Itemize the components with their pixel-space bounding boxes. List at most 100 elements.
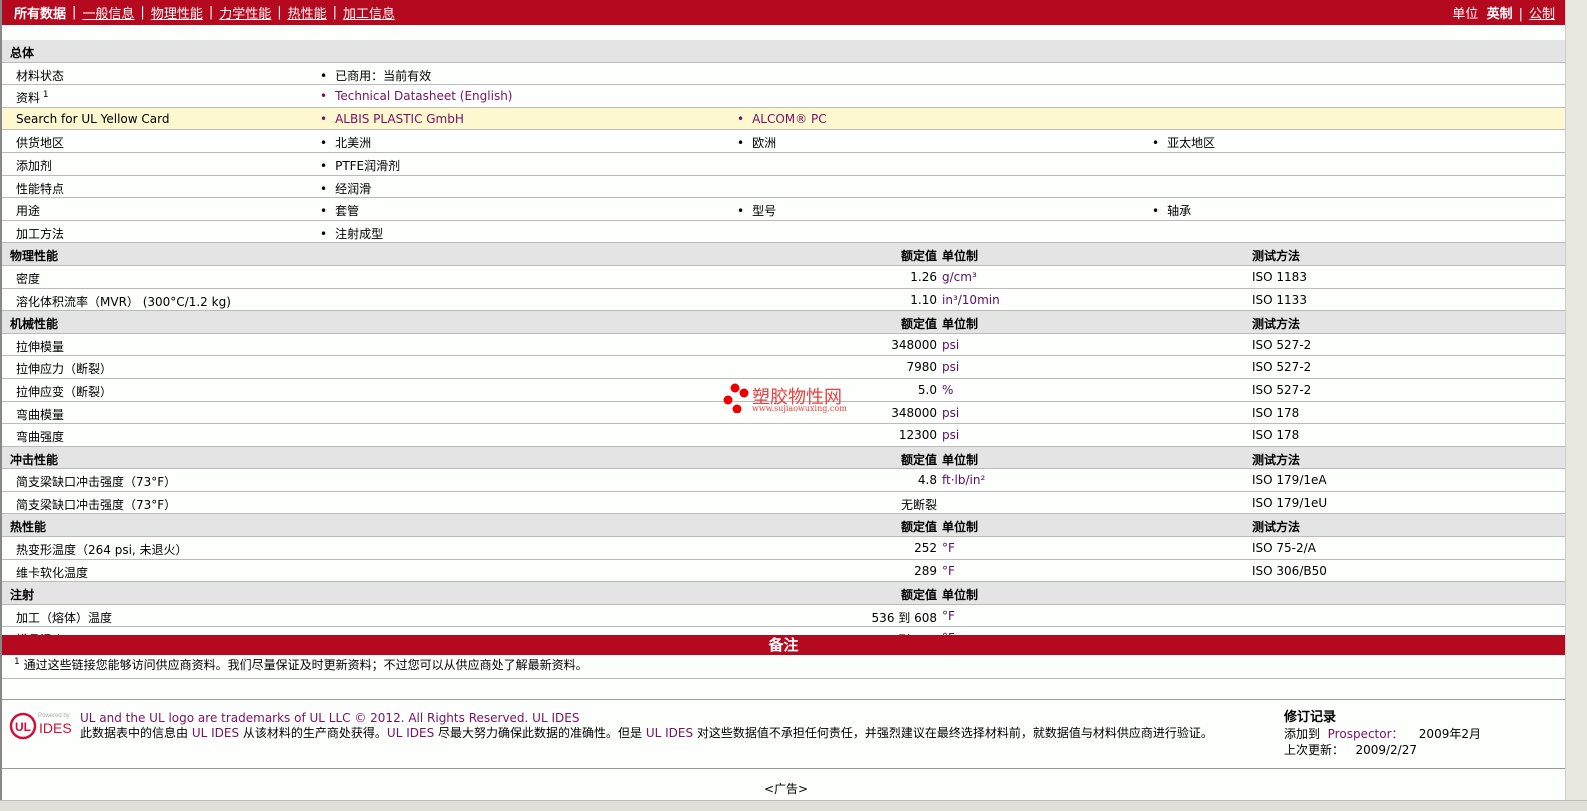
table-row: 简支梁缺口冲击强度（73°F） 4.8 ft·lb/in² ISO 179/1eA <box>2 469 1565 492</box>
property-label: 热变形温度（264 psi, 未退火） <box>16 543 188 558</box>
property-unit: ft·lb/in² <box>942 473 986 488</box>
property-value: 1.26 <box>910 269 937 284</box>
table-row: 简支梁缺口冲击强度（73°F） 无断裂 ISO 179/1eU <box>2 492 1565 515</box>
horizontal-scrollbar[interactable] <box>0 800 1587 811</box>
ul-ides-link[interactable]: UL IDES <box>646 726 693 740</box>
row-label: 供货地区 <box>16 136 65 151</box>
list-item: 型号 <box>737 202 776 219</box>
added-date: 2009年2月 <box>1418 727 1481 741</box>
property-label: 拉伸模量 <box>16 339 65 354</box>
footer-disclaimer: UL and the UL logo are trademarks of UL … <box>80 711 1260 741</box>
section-header: 冲击性能 额定值 单位制 测试方法 <box>2 446 1565 470</box>
units-label: 单位 <box>1452 7 1479 22</box>
property-unit: °F <box>942 563 955 578</box>
property-label: 简支梁缺口冲击强度（73°F） <box>16 475 177 490</box>
header-rated-value: 额定值 <box>900 588 937 603</box>
property-unit: °F <box>942 541 955 556</box>
test-method: ISO 306/B50 <box>1252 563 1327 578</box>
property-unit: % <box>942 382 954 397</box>
property-label: 简支梁缺口冲击强度（73°F） <box>16 497 177 512</box>
test-method: ISO 178 <box>1252 428 1300 443</box>
section-title: 冲击性能 <box>10 452 59 467</box>
header-test-method: 测试方法 <box>1252 520 1301 535</box>
test-method: ISO 527-2 <box>1252 382 1312 397</box>
unit-metric-link[interactable]: 公制 <box>1529 7 1555 22</box>
test-method: ISO 179/1eU <box>1252 495 1328 510</box>
table-row: 溶化体积流率（MVR） (300°C/1.2 kg) 1.10 in³/10min I… <box>2 289 1565 312</box>
property-value: 4.8 <box>917 473 937 488</box>
tab-physical[interactable]: 物理性能 <box>151 3 203 22</box>
watermark-dots-icon <box>723 383 749 414</box>
trademark-line[interactable]: UL and the UL logo are trademarks of UL … <box>80 711 1260 726</box>
property-label: 密度 <box>16 271 41 286</box>
header-unit: 单位制 <box>942 588 979 603</box>
tab-mechanical[interactable]: 力学性能 <box>219 3 271 22</box>
tab-processing[interactable]: 加工信息 <box>343 3 395 22</box>
row-label: 添加剂 <box>16 158 53 173</box>
svg-text:IDES: IDES <box>39 720 72 736</box>
property-value: 7980 <box>906 360 937 375</box>
header-unit: 单位制 <box>942 520 979 535</box>
section-header: 注射 额定值 单位制 <box>2 582 1565 605</box>
table-row: 性能特点 经润滑 <box>2 176 1565 199</box>
tab-thermal[interactable]: 热性能 <box>288 3 327 22</box>
list-item[interactable]: ALBIS PLASTIC GmbH <box>320 112 464 126</box>
section-title: 物理性能 <box>10 249 59 264</box>
property-value: 348000 <box>891 337 937 352</box>
table-row: Search for UL Yellow Card ALBIS PLASTIC G… <box>2 107 1565 131</box>
list-item: 轴承 <box>1152 202 1191 219</box>
row-label: 性能特点 <box>16 181 65 196</box>
table-row: 添加剂 PTFE润滑剂 <box>2 153 1565 176</box>
property-unit: psi <box>942 405 960 420</box>
section-header: 机械性能 额定值 单位制 测试方法 <box>2 311 1565 334</box>
footnote-text: 通过这些链接您能够访问供应商资料。我们尽量保证及时更新资料；不过您可以从供应商处… <box>23 658 588 672</box>
ul-ides-link[interactable]: UL IDES <box>192 726 239 740</box>
data-table: 总体材料状态 已商用：当前有效资料 1 Technical Datasheet (E… <box>2 40 1565 651</box>
test-method: ISO 1133 <box>1252 292 1307 307</box>
table-row: 加工方法 注射成型 <box>2 221 1565 244</box>
table-row: 加工（熔体）温度 536 到 608 °F <box>2 605 1565 628</box>
table-row: 供货地区 北美洲 欧洲 亚太地区 <box>2 130 1565 153</box>
list-item[interactable]: ALCOM® PC <box>737 112 827 126</box>
property-unit: in³/10min <box>942 292 1000 307</box>
tab-general[interactable]: 一般信息 <box>82 3 134 22</box>
property-label: 维卡软化温度 <box>16 565 89 580</box>
ul-ides-link[interactable]: UL IDES <box>387 726 434 740</box>
row-label: 加工方法 <box>16 226 65 241</box>
property-unit: g/cm³ <box>942 269 977 284</box>
table-row: 密度 1.26 g/cm³ ISO 1183 <box>2 266 1565 289</box>
advertisement[interactable]: <广告> <box>764 780 808 797</box>
property-label: 弯曲模量 <box>16 407 65 422</box>
table-row: 拉伸模量 348000 psi ISO 527-2 <box>2 334 1565 357</box>
revision-title: 修订记录 <box>1284 710 1337 725</box>
list-item: 亚太地区 <box>1152 134 1215 151</box>
test-method: ISO 75-2/A <box>1252 541 1316 556</box>
list-item: 注射成型 <box>320 225 383 242</box>
header-test-method: 测试方法 <box>1252 249 1301 264</box>
table-row: 热变形温度（264 psi, 未退火） 252 °F ISO 75-2/A <box>2 537 1565 560</box>
row-label: 用途 <box>16 204 41 219</box>
list-item: 已商用：当前有效 <box>320 67 431 84</box>
table-row: 材料状态 已商用：当前有效 <box>2 63 1565 86</box>
test-method: ISO 527-2 <box>1252 360 1312 375</box>
table-row: 拉伸应力（断裂） 7980 psi ISO 527-2 <box>2 356 1565 379</box>
datasheet-page: 所有数据 | 一般信息 | 物理性能 | 力学性能 | 热性能 | 加工信息 单位 英制 |… <box>0 0 1565 800</box>
revision-history: 修订记录 添加到 Prospector： 2009年2月 上次更新： 2009/… <box>1284 710 1481 758</box>
table-row: 用途 套管 型号 轴承 <box>2 198 1565 221</box>
property-unit: psi <box>942 360 960 375</box>
tab-all-data[interactable]: 所有数据 <box>14 3 66 22</box>
header-unit: 单位制 <box>942 317 979 332</box>
section-title: 机械性能 <box>10 317 59 332</box>
list-item: 经润滑 <box>320 180 371 197</box>
unit-switch: 单位 英制 | 公制 <box>1452 7 1555 22</box>
header-rated-value: 额定值 <box>900 520 937 535</box>
header-rated-value: 额定值 <box>900 452 937 467</box>
prospector-link[interactable]: Prospector： <box>1328 727 1404 741</box>
ul-ides-logo: UL Powered by IDES <box>8 710 74 740</box>
property-label: 拉伸应力（断裂） <box>16 362 113 377</box>
row-label: Search for UL Yellow Card <box>16 111 170 126</box>
vertical-scrollbar[interactable] <box>1565 0 1587 800</box>
list-item: PTFE润滑剂 <box>320 157 400 174</box>
section-title: 注射 <box>10 588 35 603</box>
list-item[interactable]: Technical Datasheet (English) <box>320 89 512 103</box>
